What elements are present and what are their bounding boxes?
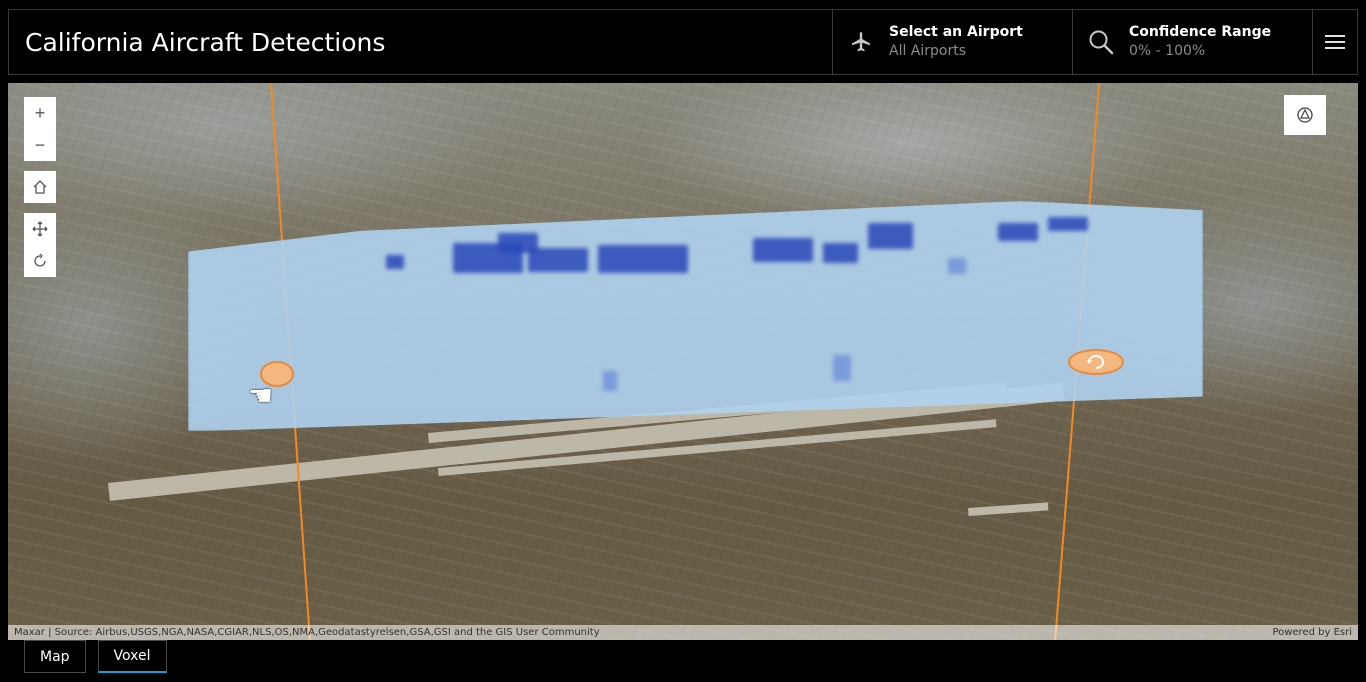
hand-cursor-icon: ☚	[248, 380, 274, 411]
rotate-button[interactable]	[24, 245, 56, 277]
map-attribution: Maxar | Source: Airbus,USGS,NGA,NASA,CGI…	[8, 625, 1358, 640]
pan-icon	[32, 221, 48, 237]
tab-map[interactable]: Map	[24, 640, 86, 673]
confidence-value: 0% - 100%	[1129, 43, 1206, 59]
detection-cluster	[823, 243, 858, 263]
view-tabs: Map Voxel	[24, 640, 167, 673]
app-title: California Aircraft Detections	[25, 27, 386, 57]
app-header: California Aircraft Detections Select an…	[8, 9, 1358, 75]
search-icon	[1087, 28, 1115, 56]
scene-view[interactable]: ☚ + − Maxar | Source: Airbus,USGS,NGA,NA…	[8, 83, 1358, 640]
detection-cluster	[753, 238, 813, 262]
detection-cluster	[833, 355, 851, 381]
slice-handle-right[interactable]	[1068, 349, 1124, 375]
voxel-layer	[188, 201, 1203, 431]
pan-button[interactable]	[24, 213, 56, 245]
tab-voxel[interactable]: Voxel	[97, 640, 167, 673]
detection-cluster	[386, 255, 404, 269]
detection-cluster	[603, 371, 617, 391]
detection-cluster	[998, 223, 1038, 241]
detection-cluster	[1048, 217, 1088, 231]
attribution-powered-by[interactable]: Powered by Esri	[1272, 625, 1352, 640]
detection-cluster	[868, 223, 913, 249]
airplane-icon	[847, 28, 875, 56]
hamburger-menu-icon	[1325, 35, 1345, 49]
zoom-in-button[interactable]: +	[24, 97, 56, 129]
compass-icon	[1297, 107, 1313, 123]
airport-label: Select an Airport	[889, 24, 1023, 40]
home-button[interactable]	[24, 171, 56, 203]
menu-button[interactable]	[1312, 10, 1357, 74]
rotate-icon	[34, 253, 46, 267]
rotate-icon	[1087, 355, 1104, 369]
airport-value: All Airports	[889, 43, 967, 59]
zoom-out-button[interactable]: −	[24, 129, 56, 161]
compass-button[interactable]	[1284, 95, 1326, 135]
confidence-label: Confidence Range	[1129, 24, 1272, 40]
attribution-source: Maxar | Source: Airbus,USGS,NGA,NASA,CGI…	[14, 627, 600, 638]
home-icon	[33, 180, 47, 194]
airport-selector[interactable]: Select an Airport All Airports	[832, 10, 1072, 74]
map-controls: + −	[24, 97, 56, 277]
detection-cluster	[948, 258, 966, 274]
confidence-selector[interactable]: Confidence Range 0% - 100%	[1072, 10, 1312, 74]
detection-cluster	[528, 248, 588, 272]
detection-cluster	[598, 245, 688, 273]
